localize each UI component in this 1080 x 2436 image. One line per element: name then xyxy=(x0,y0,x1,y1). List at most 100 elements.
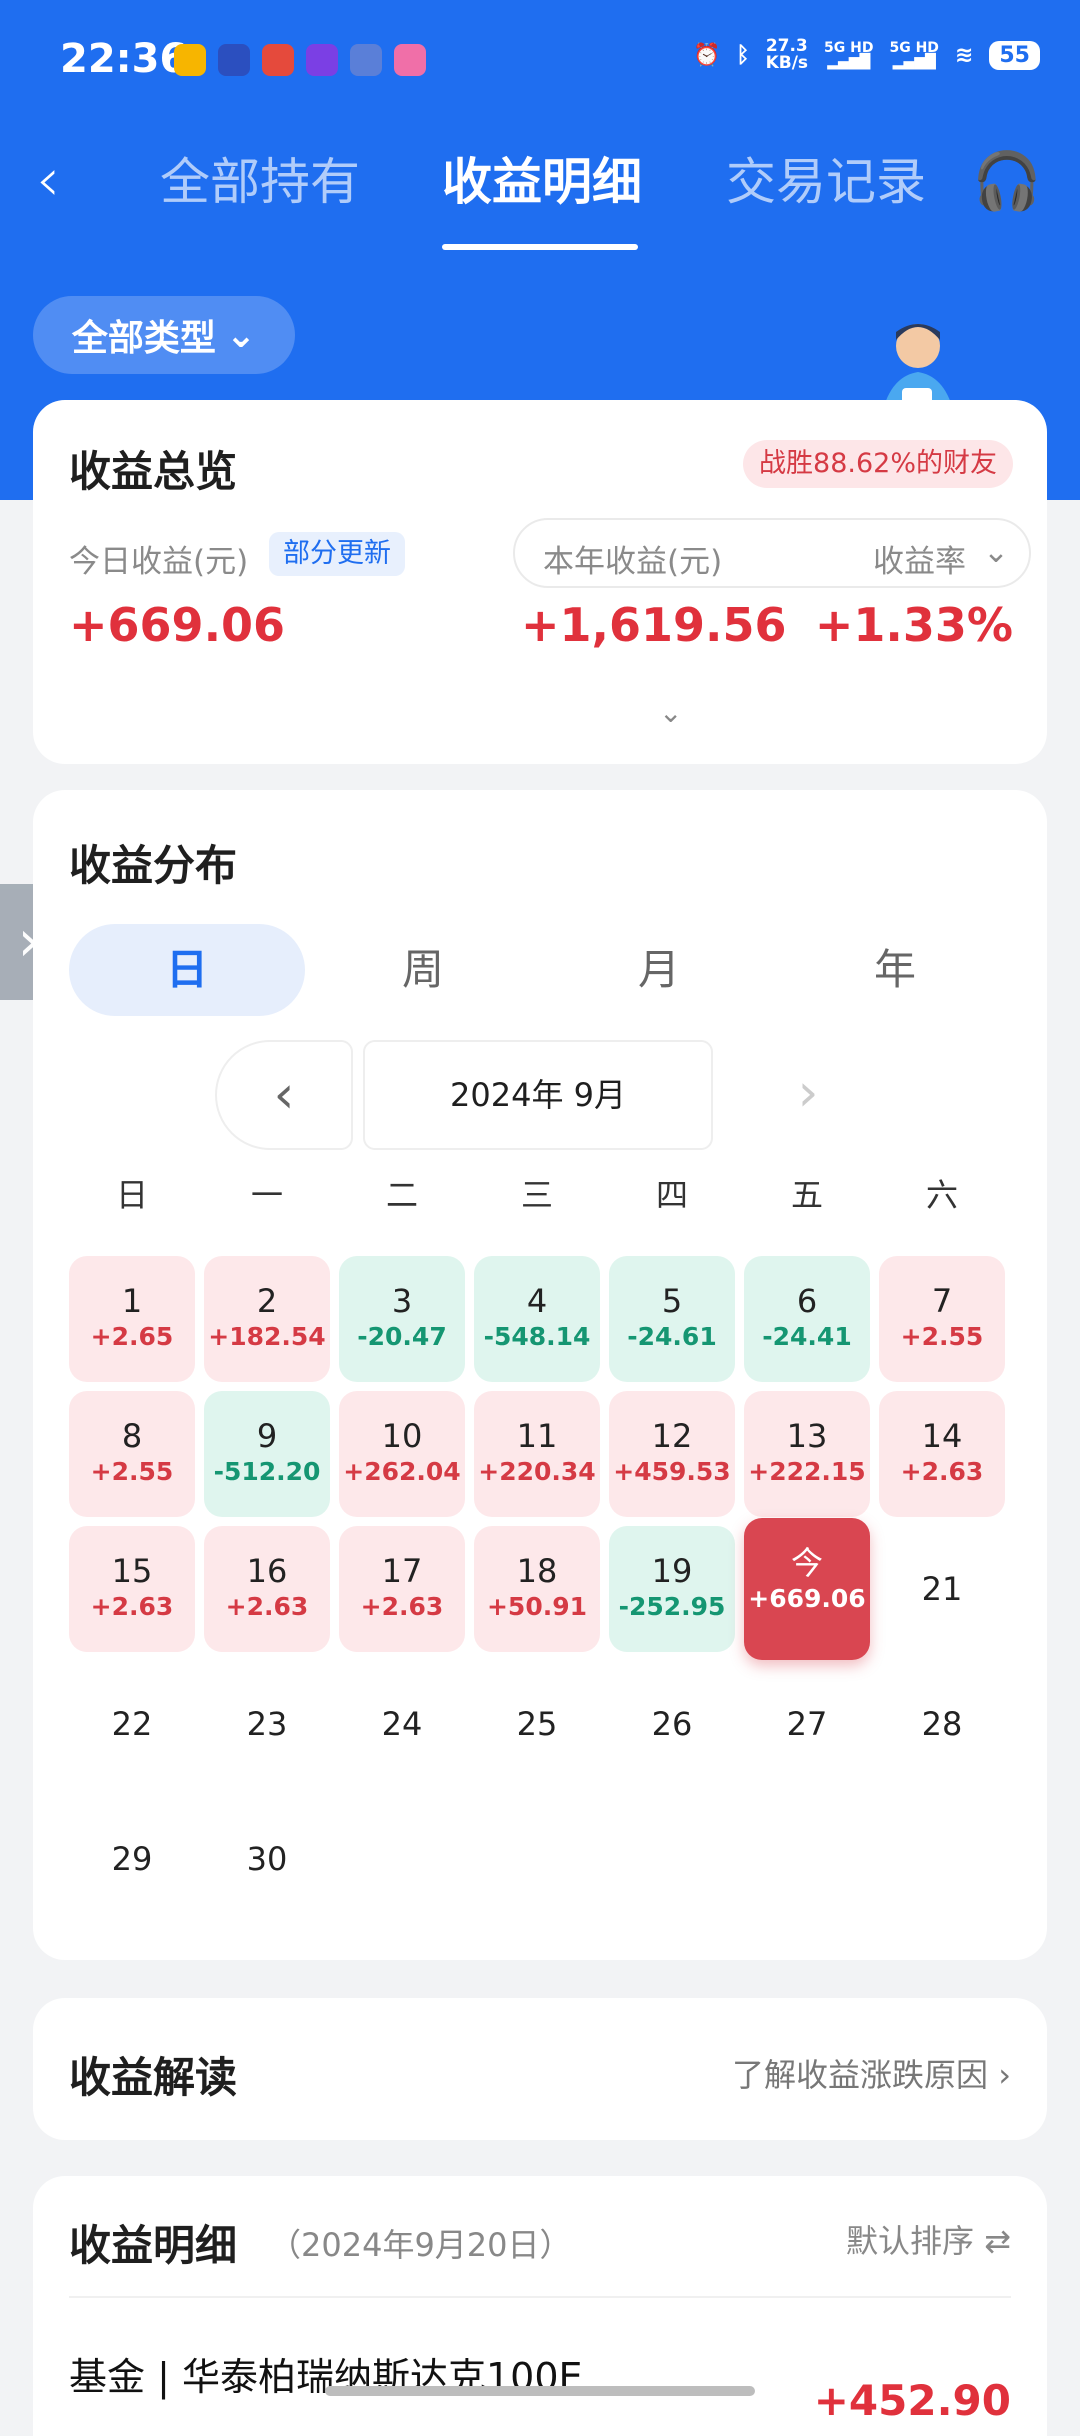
chevron-down-icon[interactable]: ⌄ xyxy=(983,534,1009,570)
calendar-day[interactable]: 29 xyxy=(69,1796,195,1922)
day-earnings: +50.91 xyxy=(486,1592,588,1621)
day-number: 3 xyxy=(391,1282,413,1320)
day-number: 13 xyxy=(786,1417,828,1455)
day-number: 17 xyxy=(381,1552,423,1590)
day-earnings: +262.04 xyxy=(343,1457,461,1486)
sort-button[interactable]: 默认排序 ⇄ xyxy=(846,2216,1011,2262)
calendar-day[interactable]: 18 +50.91 xyxy=(474,1526,600,1652)
tab-transactions[interactable]: 交易记录 xyxy=(726,150,926,214)
calendar-day[interactable]: 27 xyxy=(744,1661,870,1787)
calendar-day[interactable]: 5 -24.61 xyxy=(609,1256,735,1382)
interpretation-card[interactable]: 收益解读 了解收益涨跌原因 › xyxy=(33,1998,1047,2140)
prev-month-button[interactable]: ‹ xyxy=(215,1040,353,1150)
detail-date: （2024年9月20日） xyxy=(269,2226,572,2264)
battery: 55 xyxy=(989,40,1040,70)
segment-day[interactable]: 日 xyxy=(69,924,305,1016)
day-earnings: -252.95 xyxy=(618,1592,726,1621)
bluetooth-icon: ᛒ xyxy=(736,42,750,68)
weekday-3: 三 xyxy=(520,1176,553,1214)
expand-chevron-icon[interactable]: ⌄ xyxy=(659,696,682,729)
day-number: 25 xyxy=(516,1705,558,1743)
signal-2: 5G HD ▂▄▆█ xyxy=(889,40,939,70)
type-filter-button[interactable]: 全部类型 ⌄ xyxy=(33,296,295,374)
day-earnings: +222.15 xyxy=(748,1457,866,1486)
day-number: 18 xyxy=(516,1552,558,1590)
calendar-day[interactable]: 15 +2.63 xyxy=(69,1526,195,1652)
day-number: 5 xyxy=(661,1282,683,1320)
calendar-day[interactable]: 3 -20.47 xyxy=(339,1256,465,1382)
rate-value: +1.33% xyxy=(814,598,1013,652)
overview-card: 收益总览 战胜88.62%的财友 今日收益(元) 部分更新 本年收益(元) 收益… xyxy=(33,400,1047,764)
calendar-day[interactable]: 19 -252.95 xyxy=(609,1526,735,1652)
app-icon xyxy=(218,44,250,76)
interpretation-link[interactable]: 了解收益涨跌原因 › xyxy=(732,2050,1011,2096)
sort-swap-icon: ⇄ xyxy=(984,2222,1011,2260)
day-number: 19 xyxy=(651,1552,693,1590)
calendar-day[interactable]: 17 +2.63 xyxy=(339,1526,465,1652)
calendar-day[interactable]: 23 xyxy=(204,1661,330,1787)
calendar-day[interactable]: 24 xyxy=(339,1661,465,1787)
calendar-day[interactable]: 30 xyxy=(204,1796,330,1922)
weekday-5: 五 xyxy=(790,1176,823,1214)
app-icon xyxy=(350,44,382,76)
calendar-day[interactable]: 8 +2.55 xyxy=(69,1391,195,1517)
tab-earnings-detail[interactable]: 收益明细 xyxy=(442,150,642,214)
day-number: 4 xyxy=(526,1282,548,1320)
weekday-4: 四 xyxy=(655,1176,688,1214)
detail-title: 收益明细 xyxy=(69,2221,238,2270)
calendar-day[interactable]: 12 +459.53 xyxy=(609,1391,735,1517)
day-earnings: +220.34 xyxy=(478,1457,596,1486)
calendar-day[interactable]: 10 +262.04 xyxy=(339,1391,465,1517)
headset-icon[interactable]: 🎧 xyxy=(972,150,1042,214)
calendar-day[interactable]: 2 +182.54 xyxy=(204,1256,330,1382)
calendar-day[interactable]: 25 xyxy=(474,1661,600,1787)
today-earnings-value: +669.06 xyxy=(69,598,286,652)
next-month-button[interactable]: › xyxy=(773,1040,843,1150)
day-number: 23 xyxy=(246,1705,288,1743)
day-earnings: +2.55 xyxy=(900,1322,984,1351)
day-earnings: +2.55 xyxy=(90,1457,174,1486)
rate-label[interactable]: 收益率 xyxy=(873,536,966,581)
calendar-day[interactable]: 22 xyxy=(69,1661,195,1787)
day-earnings: -24.61 xyxy=(627,1322,717,1351)
day-number: 9 xyxy=(256,1417,278,1455)
calendar-day[interactable]: 4 -548.14 xyxy=(474,1256,600,1382)
segment-week[interactable]: 周 xyxy=(305,924,541,1016)
active-tab-indicator xyxy=(442,244,638,250)
day-number: 29 xyxy=(111,1840,153,1878)
day-earnings: -548.14 xyxy=(483,1322,591,1351)
calendar-day-today[interactable]: 今 +669.06 xyxy=(744,1518,870,1660)
app-icon xyxy=(174,44,206,76)
tab-all-holdings[interactable]: 全部持有 xyxy=(160,150,360,214)
day-number: 12 xyxy=(651,1417,693,1455)
interpretation-title: 收益解读 xyxy=(69,2053,238,2102)
notification-icons xyxy=(174,44,426,76)
calendar-day[interactable]: 7 +2.55 xyxy=(879,1256,1005,1382)
day-earnings: +2.63 xyxy=(360,1592,444,1621)
calendar-day[interactable]: 14 +2.63 xyxy=(879,1391,1005,1517)
day-number: 27 xyxy=(786,1705,828,1743)
calendar-day[interactable]: 21 xyxy=(879,1526,1005,1652)
day-earnings: +459.53 xyxy=(613,1457,731,1486)
day-number: 14 xyxy=(921,1417,963,1455)
day-earnings: -512.20 xyxy=(213,1457,321,1486)
day-number: 8 xyxy=(121,1417,143,1455)
calendar-day[interactable]: 28 xyxy=(879,1661,1005,1787)
weekday-0: 日 xyxy=(115,1176,148,1214)
calendar-day[interactable]: 13 +222.15 xyxy=(744,1391,870,1517)
calendar-day[interactable]: 9 -512.20 xyxy=(204,1391,330,1517)
chevron-left-icon[interactable]: ‹ xyxy=(36,150,60,210)
segment-year[interactable]: 年 xyxy=(777,924,1013,1016)
calendar-day[interactable]: 11 +220.34 xyxy=(474,1391,600,1517)
segment-month[interactable]: 月 xyxy=(541,924,777,1016)
calendar-day[interactable]: 16 +2.63 xyxy=(204,1526,330,1652)
day-number: 2 xyxy=(256,1282,278,1320)
day-number: 28 xyxy=(921,1705,963,1743)
app-icon xyxy=(394,44,426,76)
chevron-down-icon: ⌄ xyxy=(225,314,257,356)
calendar-day[interactable]: 1 +2.65 xyxy=(69,1256,195,1382)
calendar-day[interactable]: 6 -24.41 xyxy=(744,1256,870,1382)
calendar-day[interactable]: 26 xyxy=(609,1661,735,1787)
day-earnings: +2.63 xyxy=(90,1592,174,1621)
day-earnings: +182.54 xyxy=(208,1322,326,1351)
